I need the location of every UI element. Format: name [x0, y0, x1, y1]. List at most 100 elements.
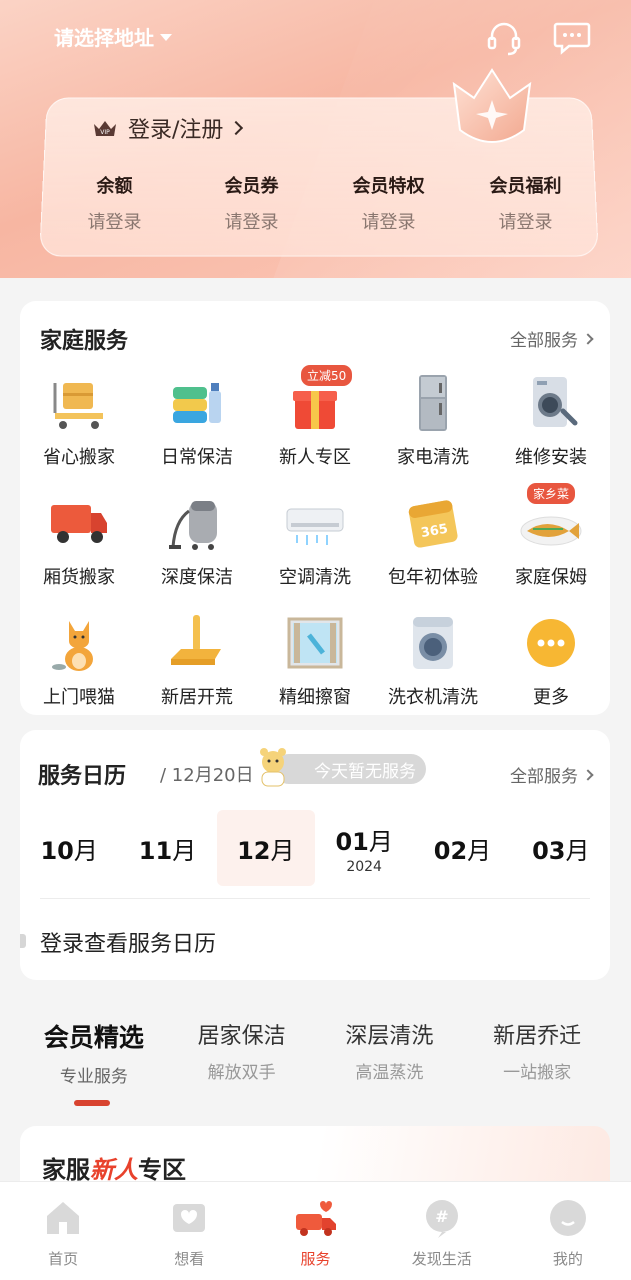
month-number: 03 [532, 836, 566, 865]
vip-stat-label: 会员特权 [352, 176, 425, 197]
service-grid: 省心搬家 日常保洁 立减50 新人专区 家电清洗 维修安装 厢货搬家 深度保洁 … [20, 365, 610, 709]
service-item-window-cleaning[interactable]: 精细擦窗 [256, 611, 374, 709]
tab-member-picks[interactable]: 会员精选 专业服务 [20, 1018, 168, 1087]
message-icon[interactable] [552, 18, 592, 58]
home-service-card: 家庭服务 全部服务 省心搬家 日常保洁 立减50 新人专区 家电清洗 维修安装 … [20, 301, 610, 715]
all-services-label: 全部服务 [510, 767, 578, 787]
active-tab-indicator [74, 1100, 110, 1106]
service-item-moving[interactable]: 省心搬家 [20, 371, 138, 469]
vip-stat-label: 余额 [96, 176, 133, 197]
month-tab[interactable]: 03月 [512, 810, 610, 886]
service-label: 维修安装 [515, 447, 587, 468]
home-icon [47, 1202, 80, 1234]
service-label: 家电清洗 [397, 447, 469, 468]
vip-crown-icon: VIP [94, 121, 116, 136]
vip-badge-text: VIP [100, 129, 110, 136]
address-label: 请选择地址 [54, 26, 154, 50]
login-register-label: 登录/注册 [128, 118, 224, 143]
vip-stat-value: 请登录 [224, 212, 279, 233]
window-icon [287, 617, 343, 669]
month-unit: 月 [467, 836, 492, 865]
calendar-date: / 12月20日 [160, 765, 254, 786]
tab-subtitle: 一站搬家 [503, 1063, 572, 1083]
headset-icon[interactable] [484, 18, 524, 58]
nav-label: 服务 [300, 1250, 331, 1268]
nav-label: 首页 [48, 1250, 79, 1268]
calendar-login-prompt[interactable]: 登录查看服务日历 [40, 926, 216, 958]
vip-stat-value: 请登录 [87, 212, 142, 233]
month-tab-active[interactable]: 12月 [216, 810, 315, 886]
service-label: 新居开荒 [161, 687, 233, 708]
month-number: 10 [40, 836, 74, 865]
nav-home[interactable]: 首页 [0, 1182, 126, 1280]
newbie-title-highlight: 新人 [90, 1156, 138, 1184]
hometown-dish-badge: 家乡菜 [527, 483, 576, 504]
month-tab[interactable]: 01月 2024 [315, 810, 413, 886]
service-label: 洗衣机清洗 [388, 687, 478, 708]
fish-dish-icon-wrap: 家乡菜 [519, 483, 583, 555]
service-label: 包年初体验 [388, 567, 478, 588]
month-tab[interactable]: 10月 [20, 810, 118, 886]
service-label: 上门喂猫 [43, 687, 115, 708]
all-services-link[interactable]: 全部服务 [510, 326, 594, 351]
calendar-status-pill: 今天暂无服务 [274, 754, 426, 784]
vip-tulip-icon [452, 68, 532, 143]
service-label: 家庭保姆 [515, 567, 587, 588]
vip-stat-privileges[interactable]: 会员特权 请登录 [320, 172, 457, 234]
heart-card-icon [173, 1204, 206, 1232]
mop-icon [171, 615, 221, 665]
service-item-truck-moving[interactable]: 厢货搬家 [20, 491, 138, 589]
tab-deep-clean[interactable]: 深层清洗 高温蒸洗 [316, 1018, 464, 1087]
tab-relocation[interactable]: 新居乔迁 一站搬家 [463, 1018, 611, 1087]
newbie-zone-title: 家服新人专区 [42, 1150, 186, 1185]
chevron-right-icon [229, 120, 244, 136]
calendar-365-icon: 365 [408, 500, 458, 548]
login-register-link[interactable]: VIP 登录/注册 [92, 112, 244, 144]
month-tab[interactable]: 11月 [118, 810, 216, 886]
svg-text:#: # [435, 1207, 448, 1226]
vip-stat-value: 请登录 [498, 212, 553, 233]
vip-stat-coupons[interactable]: 会员券 请登录 [183, 172, 320, 234]
nav-discover[interactable]: # 发现生活 [379, 1182, 505, 1280]
service-item-cat-feeding[interactable]: 上门喂猫 [20, 611, 138, 709]
service-label: 精细擦窗 [279, 687, 351, 708]
towels-icon [173, 383, 221, 423]
chevron-right-icon [582, 768, 594, 781]
service-item-appliance-cleaning[interactable]: 家电清洗 [374, 371, 492, 469]
service-item-ac-cleaning[interactable]: 空调清洗 [256, 491, 374, 589]
tab-home-cleaning[interactable]: 居家保洁 解放双手 [168, 1018, 316, 1087]
newbie-title-prefix: 家服 [42, 1156, 90, 1184]
vip-stat-benefits[interactable]: 会员福利 请登录 [457, 172, 594, 234]
service-item-deep-cleaning[interactable]: 深度保洁 [138, 491, 256, 589]
washing-machine-icon [413, 617, 453, 669]
tab-subtitle: 专业服务 [59, 1067, 128, 1087]
service-truck-icon [295, 1201, 336, 1236]
nav-profile[interactable]: 我的 [505, 1182, 631, 1280]
air-conditioner-icon [286, 508, 344, 545]
profile-icon [549, 1200, 586, 1236]
service-item-nanny[interactable]: 家乡菜 家庭保姆 [492, 483, 610, 589]
service-item-repair[interactable]: 维修安装 [492, 371, 610, 469]
month-year: 2024 [346, 858, 382, 875]
calendar-status-text: 今天暂无服务 [314, 761, 416, 782]
service-item-new-home-cleanup[interactable]: 新居开荒 [138, 611, 256, 709]
nav-service[interactable]: 服务 [252, 1182, 378, 1280]
service-item-more[interactable]: 更多 [492, 611, 610, 709]
month-tab[interactable]: 02月 [413, 810, 511, 886]
bottom-nav: 首页 想看 服务 # 发现生活 我的 [0, 1181, 631, 1280]
newbie-title-suffix: 专区 [138, 1156, 186, 1184]
nav-label: 想看 [174, 1250, 205, 1268]
nav-wishlist[interactable]: 想看 [126, 1182, 252, 1280]
tab-subtitle: 解放双手 [207, 1063, 276, 1083]
month-number: 02 [433, 836, 468, 865]
month-unit: 月 [368, 827, 393, 856]
service-item-daily-cleaning[interactable]: 日常保洁 [138, 371, 256, 469]
vip-stat-balance[interactable]: 余额 请登录 [46, 172, 183, 234]
service-item-annual-trial[interactable]: 365 包年初体验 [374, 491, 492, 589]
service-item-washer-cleaning[interactable]: 洗衣机清洗 [374, 611, 492, 709]
vip-stat-label: 会员福利 [489, 176, 562, 197]
chevron-right-icon [582, 332, 594, 345]
calendar-all-services-link[interactable]: 全部服务 [510, 762, 594, 787]
service-item-new-user[interactable]: 立减50 新人专区 [256, 365, 374, 469]
address-selector[interactable]: 请选择地址 [54, 22, 172, 51]
